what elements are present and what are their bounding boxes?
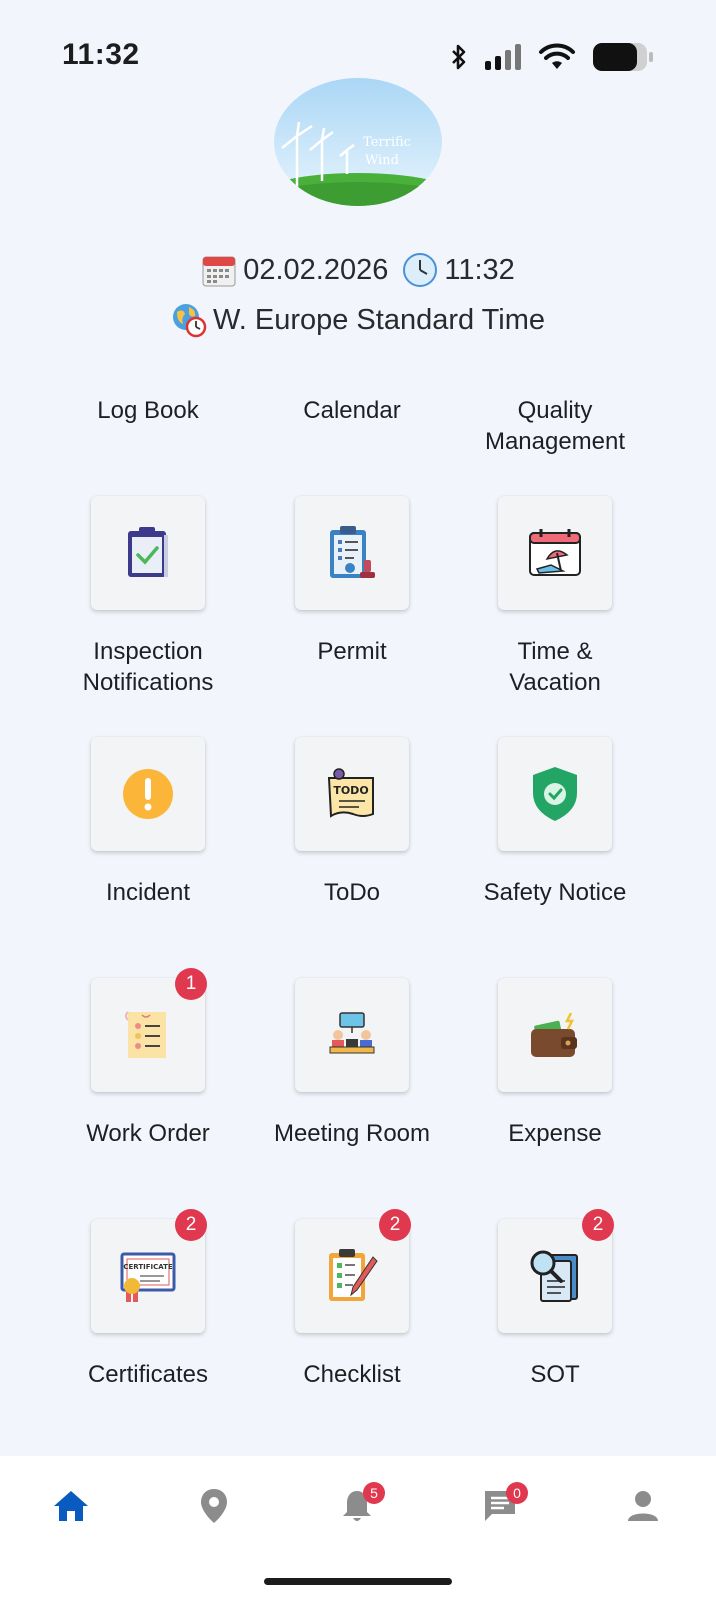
status-time: 11:32 — [62, 38, 140, 71]
messages-count-badge: 0 — [506, 1482, 528, 1504]
tile-inspection-notifications[interactable]: Inspection Notifications — [44, 636, 252, 856]
wallet-icon — [531, 1012, 577, 1057]
nav-location[interactable] — [184, 1476, 244, 1536]
current-date: 02.02.2026 — [243, 253, 389, 286]
search-document-icon — [530, 1250, 578, 1302]
person-icon — [628, 1491, 658, 1521]
timezone-row: W. Europe Standard Time — [0, 302, 716, 338]
nav-home[interactable] — [41, 1476, 101, 1536]
nav-profile[interactable] — [613, 1476, 673, 1536]
document-list-icon — [125, 1011, 166, 1058]
tile-time-vacation[interactable]: Time & Vacation — [451, 636, 659, 856]
tile-label: Time & Vacation — [509, 638, 601, 696]
location-pin-icon — [201, 1489, 227, 1523]
tile-button[interactable]: TODO — [295, 737, 409, 851]
notification-badge: 2 — [379, 1209, 411, 1241]
status-icons — [450, 40, 654, 74]
nav-notifications[interactable]: 5 — [327, 1476, 387, 1536]
logo-text-line2: Wind — [365, 153, 399, 168]
certificate-icon: CERTIFICATE — [120, 1252, 176, 1302]
tile-work-order[interactable]: Work Order CERTIFICATE 2 — [44, 1118, 252, 1338]
nav-messages[interactable]: 0 — [470, 1476, 530, 1536]
tile-safety-notice[interactable]: Safety Notice — [451, 877, 659, 1097]
notification-badge: 2 — [175, 1209, 207, 1241]
tile-label: Certificates — [87, 1361, 209, 1388]
shield-check-icon — [533, 767, 577, 821]
tile-button[interactable] — [91, 496, 205, 610]
home-indicator[interactable] — [264, 1578, 452, 1585]
svg-text:CERTIFICATE: CERTIFICATE — [123, 1263, 173, 1271]
tile-label: Safety Notice — [483, 879, 627, 906]
tile-button[interactable] — [91, 737, 205, 851]
home-icon — [54, 1491, 88, 1521]
tile-label: Checklist — [303, 1361, 401, 1388]
tile-incident[interactable]: Incident 1 — [44, 877, 252, 1097]
tile-label: Calendar — [303, 397, 401, 424]
tile-meeting-room[interactable]: Meeting Room 2 — [248, 1118, 456, 1338]
notifications-count-badge: 5 — [363, 1482, 385, 1504]
tile-label: Work Order — [86, 1120, 210, 1147]
tile-todo[interactable]: ToDo — [248, 877, 456, 1097]
tile-permit[interactable]: Permit TODO — [248, 636, 456, 856]
tile-label: Expense — [508, 1120, 602, 1147]
tile-button[interactable]: 2 — [295, 1209, 411, 1333]
todo-note-icon: TODO — [327, 768, 374, 818]
svg-text:TODO: TODO — [333, 784, 368, 797]
timezone-label: W. Europe Standard Time — [212, 303, 546, 336]
tile-button[interactable]: 2 — [498, 1209, 614, 1333]
tile-calendar[interactable]: Calendar — [248, 395, 456, 615]
alert-icon — [123, 769, 173, 819]
calendar-icon — [202, 256, 236, 287]
permit-clipboard-icon — [330, 526, 375, 578]
tile-label: Meeting Room — [273, 1120, 431, 1147]
tile-log-book[interactable]: Log Book — [44, 395, 252, 615]
checklist-icon — [329, 1249, 378, 1301]
vacation-calendar-icon — [529, 529, 581, 576]
tile-label: SOT — [530, 1361, 580, 1388]
clock-icon — [403, 253, 438, 287]
tile-button[interactable]: 1 — [91, 968, 207, 1092]
signal-icon — [485, 44, 521, 70]
notification-badge: 2 — [582, 1209, 614, 1241]
date-time-row: 02.02.2026 11:32 — [0, 252, 716, 288]
tile-button[interactable] — [498, 496, 612, 610]
tile-label: Permit — [317, 638, 387, 665]
wifi-icon — [539, 43, 575, 69]
clipboard-check-icon — [128, 527, 168, 577]
meeting-icon — [329, 1012, 375, 1054]
tile-label: Quality Management — [484, 397, 626, 455]
tile-label: ToDo — [323, 879, 381, 906]
tile-label: Incident — [105, 879, 191, 906]
tile-button[interactable] — [295, 496, 409, 610]
tile-label: Log Book — [97, 397, 199, 424]
tile-button[interactable] — [498, 978, 612, 1092]
logo-text-line1: Terrific — [363, 135, 411, 150]
tile-button[interactable] — [498, 737, 612, 851]
tile-label: Inspection Notifications — [82, 638, 214, 696]
tile-button[interactable] — [295, 978, 409, 1092]
bluetooth-icon — [452, 44, 466, 70]
tile-sot[interactable]: SOT — [451, 1359, 659, 1399]
battery-icon — [593, 43, 653, 71]
notification-badge: 1 — [175, 968, 207, 1000]
current-time: 11:32 — [444, 253, 515, 286]
company-logo: Terrific Wind — [272, 76, 444, 208]
tile-certificates[interactable]: Certificates — [44, 1359, 252, 1399]
globe-clock-icon — [172, 304, 207, 338]
tile-button[interactable]: CERTIFICATE 2 — [91, 1209, 207, 1333]
tile-expense[interactable]: Expense 2 — [451, 1118, 659, 1338]
tile-checklist[interactable]: Checklist — [248, 1359, 456, 1399]
tile-quality-management[interactable]: Quality Management — [451, 395, 659, 615]
